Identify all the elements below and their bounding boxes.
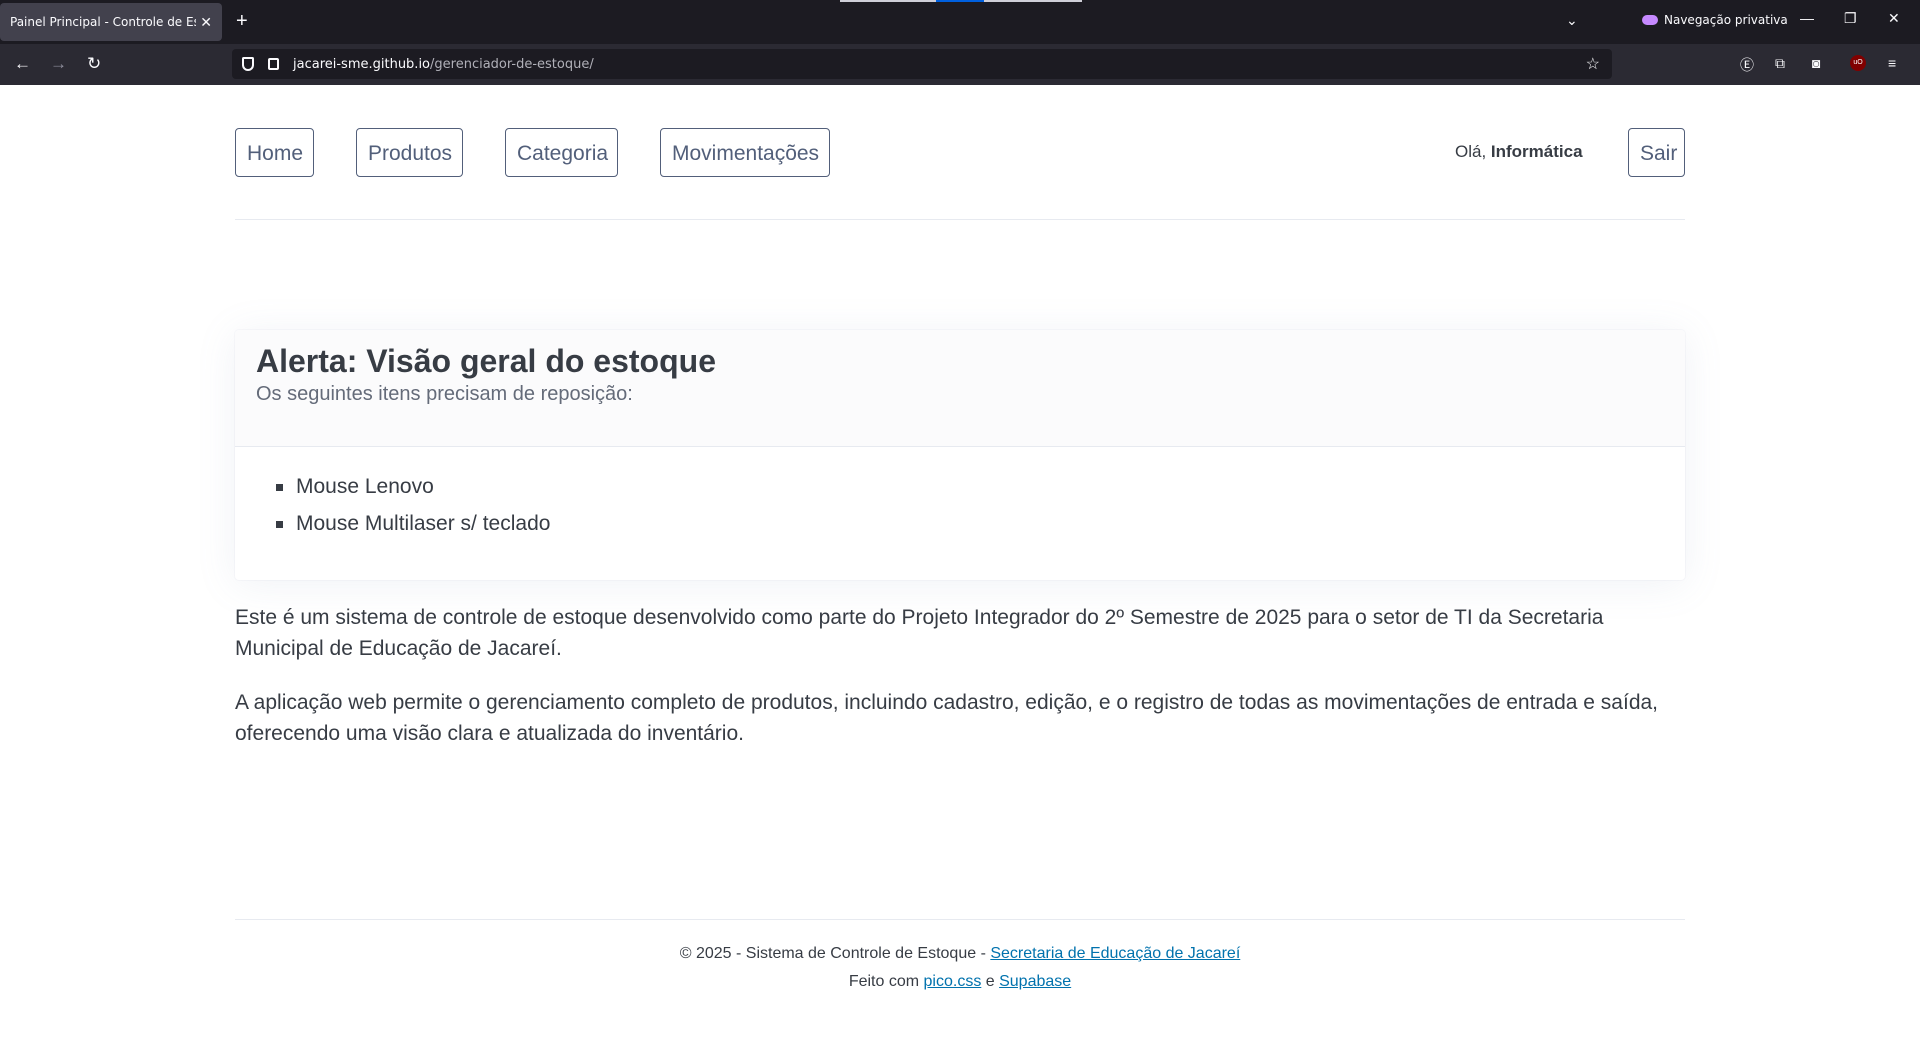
user-name: Informática bbox=[1490, 142, 1583, 161]
restock-list: Mouse Lenovo Mouse Multilaser s/ teclado bbox=[276, 474, 550, 548]
ublock-icon[interactable]: uO bbox=[1850, 55, 1866, 71]
footer-line-2: Feito com pico.css e Supabase bbox=[235, 973, 1685, 991]
user-greeting: Olá, Informática bbox=[1455, 142, 1583, 162]
url-path: /gerenciador-de-estoque/ bbox=[430, 57, 594, 72]
restore-icon[interactable]: ❐ bbox=[1844, 10, 1857, 27]
extensions-icon[interactable]: ⧉ bbox=[1775, 55, 1785, 72]
shield-icon[interactable] bbox=[242, 57, 254, 71]
footer-divider bbox=[235, 919, 1685, 920]
alert-subtitle: Os seguintes itens precisam de reposição… bbox=[256, 383, 633, 405]
close-tab-icon[interactable]: ✕ bbox=[200, 14, 212, 31]
private-label: Navegação privativa bbox=[1664, 13, 1788, 27]
greeting-prefix: Olá, bbox=[1455, 142, 1491, 161]
close-window-icon[interactable]: ✕ bbox=[1888, 10, 1900, 27]
minimize-icon[interactable]: — bbox=[1800, 10, 1814, 26]
screenshot-icon[interactable]: ◙ bbox=[1812, 55, 1820, 71]
footer-made-with: Feito com bbox=[848, 973, 924, 990]
header-divider bbox=[235, 219, 1685, 220]
browser-tab[interactable]: Painel Principal - Controle de Estoque ✕ bbox=[0, 3, 222, 41]
tab-title: Painel Principal - Controle de Estoque bbox=[10, 15, 196, 29]
forward-icon[interactable]: → bbox=[50, 54, 67, 74]
extension-e-icon[interactable]: Ⓔ bbox=[1740, 55, 1754, 75]
loading-indicator-active bbox=[936, 0, 984, 2]
browser-tab-bar: Painel Principal - Controle de Estoque ✕… bbox=[0, 0, 1920, 44]
alert-title: Alerta: Visão geral do estoque bbox=[256, 343, 716, 379]
description-paragraph: A aplicação web permite o gerenciamento … bbox=[235, 691, 1659, 745]
back-icon[interactable]: ← bbox=[14, 54, 31, 74]
menu-icon[interactable]: ≡ bbox=[1888, 55, 1896, 71]
stock-alert-card: Alerta: Visão geral do estoque Os seguin… bbox=[235, 330, 1685, 580]
footer-line-1: © 2025 - Sistema de Controle de Estoque … bbox=[235, 945, 1685, 963]
list-item: Mouse Multilaser s/ teclado bbox=[276, 511, 550, 536]
url-host: jacarei-sme.github.io bbox=[293, 57, 431, 72]
browser-toolbar: ← → ↻ jacarei-sme.github.io/gerenciador-… bbox=[0, 44, 1920, 85]
nav-produtos-button[interactable]: Produtos bbox=[356, 128, 463, 177]
intro-paragraph: Este é um sistema de controle de estoque… bbox=[235, 606, 1604, 660]
logout-button[interactable]: Sair bbox=[1628, 128, 1685, 177]
supabase-link[interactable]: Supabase bbox=[999, 973, 1071, 990]
site-nav: Home Produtos Categoria Movimentações Ol… bbox=[235, 128, 1685, 178]
url-bar[interactable]: jacarei-sme.github.io/gerenciador-de-est… bbox=[232, 49, 1612, 79]
nav-categoria-button[interactable]: Categoria bbox=[505, 128, 618, 177]
reload-icon[interactable]: ↻ bbox=[87, 54, 101, 74]
star-icon[interactable]: ☆ bbox=[1586, 54, 1600, 74]
lock-icon[interactable] bbox=[268, 58, 279, 70]
list-item: Mouse Lenovo bbox=[276, 474, 550, 499]
nav-home-button[interactable]: Home bbox=[235, 128, 314, 177]
chevron-down-icon[interactable]: ⌄ bbox=[1566, 12, 1578, 29]
private-browsing-indicator: Navegação privativa bbox=[1642, 13, 1788, 27]
alert-header: Alerta: Visão geral do estoque Os seguin… bbox=[235, 330, 1685, 447]
private-mask-icon bbox=[1642, 15, 1658, 25]
footer-and: e bbox=[981, 973, 1000, 990]
footer-copyright: © 2025 - Sistema de Controle de Estoque … bbox=[679, 945, 991, 962]
new-tab-icon[interactable]: + bbox=[236, 10, 248, 32]
url-text[interactable]: jacarei-sme.github.io/gerenciador-de-est… bbox=[293, 57, 594, 72]
pico-css-link[interactable]: pico.css bbox=[924, 973, 982, 990]
sme-jacarei-link[interactable]: Secretaria de Educação de Jacareí bbox=[990, 945, 1240, 962]
nav-movimentacoes-button[interactable]: Movimentações bbox=[660, 128, 830, 177]
